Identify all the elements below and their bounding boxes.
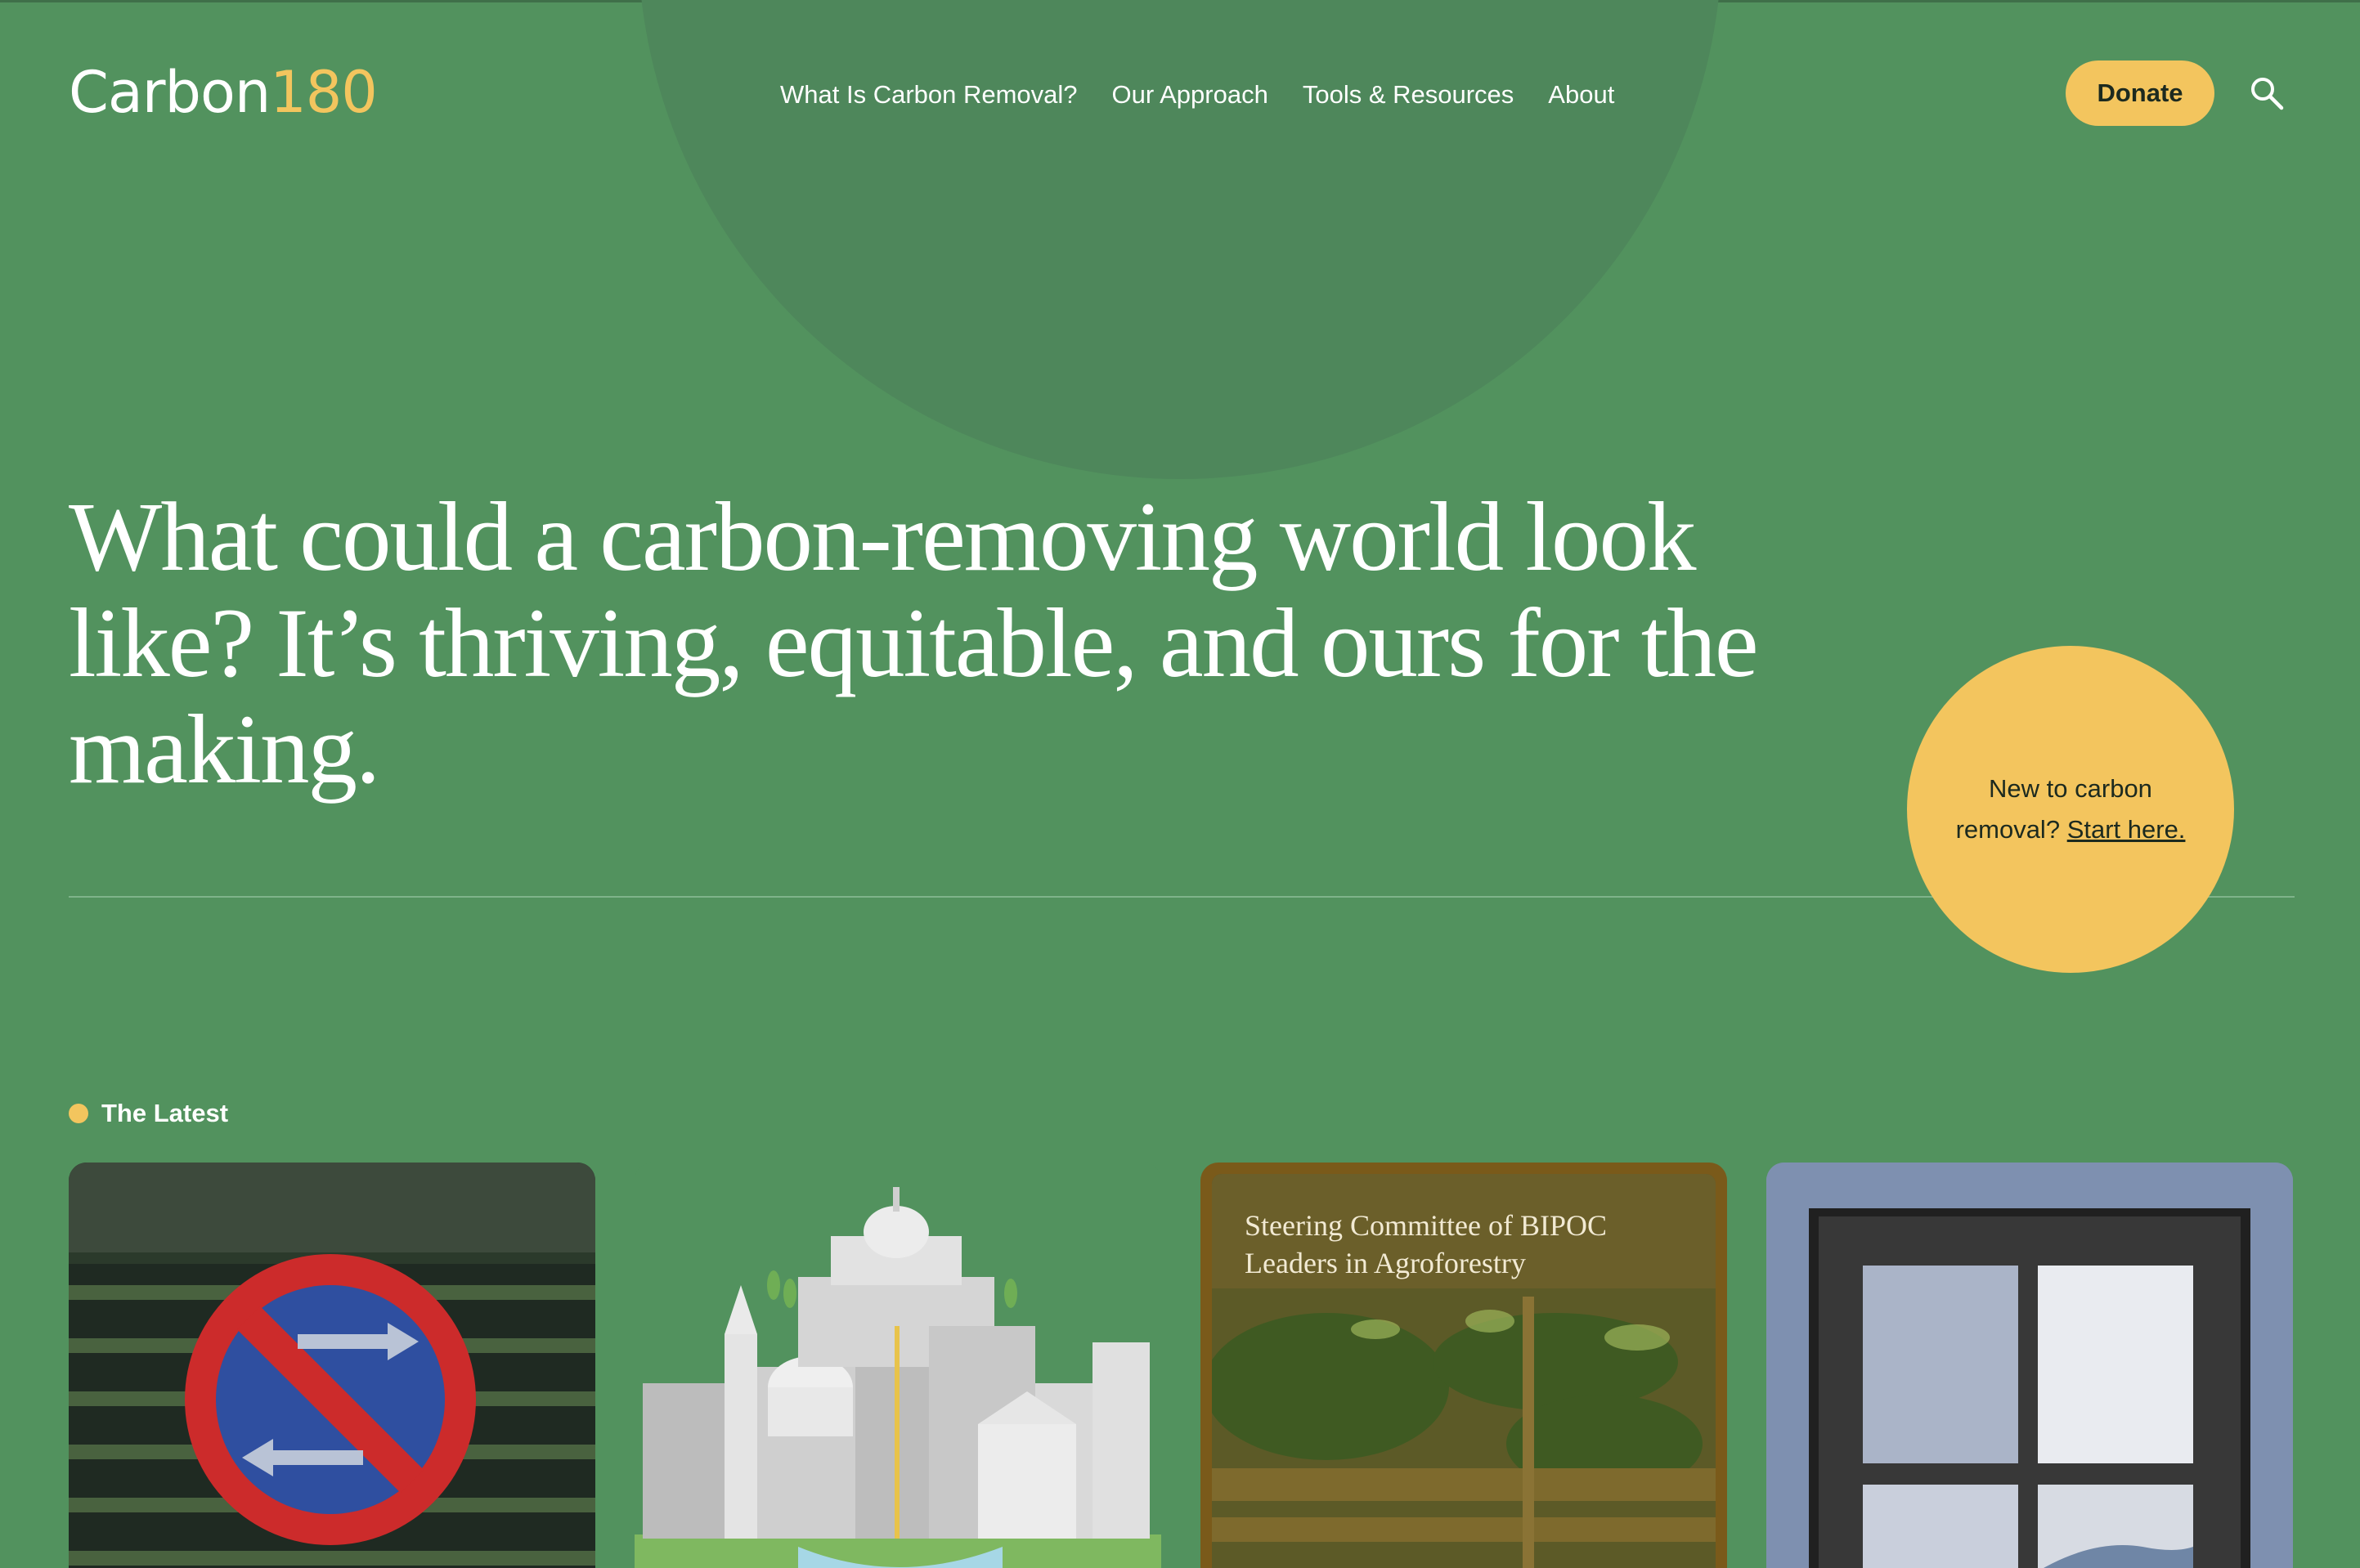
- latest-card-2[interactable]: [635, 1163, 1161, 1568]
- latest-section-label: The Latest: [69, 1099, 228, 1128]
- logo-word: Carbon: [69, 59, 271, 126]
- card-caption: Steering Committee of BIPOC Leaders in A…: [1245, 1209, 1607, 1279]
- logo-number: 180: [270, 59, 378, 126]
- no-parking-sign-image: [69, 1163, 595, 1566]
- main-nav: What Is Carbon Removal? Our Approach Too…: [780, 72, 1614, 118]
- latest-card-3[interactable]: Steering Committee of BIPOC Leaders in A…: [1200, 1163, 1727, 1568]
- capitol-city-illustration: [635, 1163, 1161, 1568]
- start-here-link[interactable]: Start here.: [2067, 815, 2186, 844]
- cta-text-block: New to carbon removal? Start here.: [1948, 768, 2193, 850]
- nav-what-is-carbon-removal[interactable]: What Is Carbon Removal?: [780, 72, 1078, 118]
- nav-about[interactable]: About: [1548, 72, 1614, 118]
- agroforestry-aerial-image: Steering Committee of BIPOC Leaders in A…: [1212, 1174, 1716, 1568]
- carbon180-logo[interactable]: Carbon180: [69, 56, 378, 129]
- start-here-cta: New to carbon removal? Start here.: [1907, 646, 2234, 973]
- nav-our-approach[interactable]: Our Approach: [1112, 72, 1268, 118]
- latest-card-1[interactable]: [69, 1163, 595, 1568]
- latest-card-4[interactable]: [1766, 1163, 2293, 1568]
- yellow-dot-icon: [69, 1104, 88, 1123]
- site-header: Carbon180 What Is Carbon Removal? Our Ap…: [0, 0, 2360, 188]
- window-image: [1766, 1163, 2293, 1568]
- latest-label: The Latest: [101, 1099, 229, 1127]
- donate-button[interactable]: Donate: [2066, 60, 2214, 126]
- search-icon[interactable]: [2249, 75, 2285, 111]
- nav-tools-resources[interactable]: Tools & Resources: [1303, 72, 1514, 118]
- hero-headline: What could a carbon-removing world look …: [69, 482, 1759, 804]
